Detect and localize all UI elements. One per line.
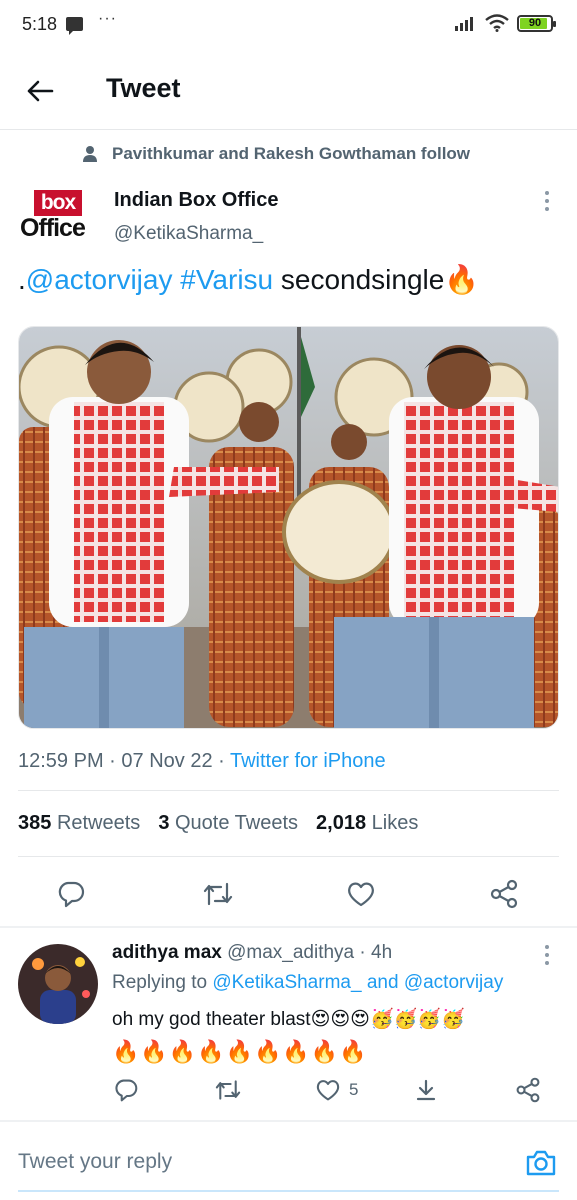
tweet-stats: 385 Retweets 3 Quote Tweets 2,018 Likes <box>18 812 418 835</box>
message-icon <box>66 17 83 35</box>
like-button[interactable] <box>339 872 383 916</box>
reply-author-avatar[interactable] <box>18 944 98 1024</box>
download-icon <box>416 1079 436 1101</box>
status-time: 5:18 <box>22 14 58 34</box>
replying-and: and <box>361 972 404 993</box>
photo-illustration <box>19 327 558 728</box>
replying-to-line: Replying to @KetikaSharma_ and @actorvij… <box>112 972 503 994</box>
avatar-image <box>18 944 98 1024</box>
status-more-dots: ··· <box>98 10 117 27</box>
reply-retweet-button[interactable] <box>214 1070 242 1110</box>
fire-emoji: 🔥 <box>444 264 480 295</box>
tweet-action-bar <box>0 872 577 916</box>
camera-icon <box>526 1150 556 1176</box>
share-button[interactable] <box>482 872 526 916</box>
likes-count: 2,018 <box>316 812 367 834</box>
reply-button[interactable] <box>49 872 93 916</box>
reply-text: oh my god theater blast😍😍😍🥳🥳🥳🥳 🔥🔥🔥🔥🔥🔥🔥🔥🔥 <box>112 1004 557 1068</box>
retweet-icon <box>203 882 233 906</box>
likes-label: Likes <box>371 812 419 834</box>
battery-percent: 90 <box>528 16 542 29</box>
share-icon <box>516 1077 540 1103</box>
reply-author-handle[interactable]: @max_adithya <box>227 942 354 963</box>
logo-box-text: box <box>34 190 82 216</box>
like-icon <box>316 1080 340 1101</box>
reply-reply-button[interactable] <box>114 1070 138 1110</box>
quotes-stat[interactable]: 3 Quote Tweets <box>158 812 298 835</box>
top-app-bar: Tweet <box>0 55 577 127</box>
reply-more-vertical-icon[interactable] <box>539 945 555 965</box>
signal-icon <box>455 17 473 31</box>
quotes-count: 3 <box>158 812 170 834</box>
reply-divider <box>0 1120 577 1122</box>
status-indicators: 90 <box>455 14 556 32</box>
header-divider <box>0 129 577 130</box>
tweet-time: 12:59 PM <box>18 750 104 772</box>
reply-share-button[interactable] <box>515 1070 541 1110</box>
social-context[interactable]: Pavithkumar and Rakesh Gowthaman follow <box>82 144 470 164</box>
reply-icon <box>115 1079 138 1102</box>
reply-author-name[interactable]: adithya max <box>112 942 222 963</box>
reply-download-button[interactable] <box>414 1070 438 1110</box>
author-handle[interactable]: @KetikaSharma_ <box>114 223 263 245</box>
page-title: Tweet <box>106 73 181 103</box>
tweet-text: .@actorvijay #Varisu secondsingle🔥 <box>18 262 479 298</box>
author-name[interactable]: Indian Box Office <box>114 189 278 212</box>
author-avatar[interactable]: box Office <box>18 190 98 246</box>
back-arrow-icon <box>27 80 54 102</box>
reply-text-line: oh my god theater blast😍😍😍🥳🥳🥳🥳 <box>112 1009 465 1030</box>
retweet-button[interactable] <box>196 872 240 916</box>
social-context-text: Pavithkumar and Rakesh Gowthaman follow <box>112 144 471 163</box>
meta-separator-2: · <box>212 750 230 772</box>
camera-button[interactable] <box>523 1145 559 1181</box>
reply-like-button[interactable]: 5 <box>315 1070 358 1110</box>
like-icon <box>348 882 374 907</box>
reply-dot: · <box>354 942 372 963</box>
reply-emoji-line: 🔥🔥🔥🔥🔥🔥🔥🔥🔥 <box>112 1039 368 1064</box>
stats-divider <box>18 856 559 857</box>
retweets-count: 385 <box>18 812 52 834</box>
battery-icon: 90 <box>517 14 556 32</box>
reply-like-count: 5 <box>349 1080 359 1099</box>
mention-link[interactable]: @actorvijay <box>26 264 173 295</box>
reply-age: 4h <box>371 942 393 963</box>
tweet-timestamp-row: 12:59 PM · 07 Nov 22 · Twitter for iPhon… <box>18 750 386 773</box>
back-button[interactable] <box>22 73 58 109</box>
share-icon <box>490 879 518 909</box>
replying-to-link-2[interactable]: @actorvijay <box>404 972 504 993</box>
actions-divider <box>0 926 577 928</box>
replying-to-link-1[interactable]: @KetikaSharma_ <box>212 972 361 993</box>
retweets-stat[interactable]: 385 Retweets <box>18 812 140 835</box>
likes-stat[interactable]: 2,018 Likes <box>316 812 418 835</box>
logo-office-text: Office <box>20 214 86 242</box>
replying-label: Replying to <box>112 972 213 993</box>
meta-separator: · <box>103 750 122 772</box>
reply-icon <box>58 881 85 908</box>
hashtag-link[interactable]: #Varisu <box>180 264 273 295</box>
reply-header: adithya max @max_adithya · 4h <box>112 942 392 964</box>
composer-underline <box>18 1190 559 1192</box>
reply-input[interactable] <box>18 1150 498 1174</box>
tweet-source-link[interactable]: Twitter for iPhone <box>230 750 386 772</box>
tweet-media-photo[interactable] <box>18 326 559 729</box>
wifi-icon <box>485 14 509 32</box>
tweet-text-rest: secondsingle <box>273 264 445 295</box>
tweet-date: 07 Nov 22 <box>121 750 213 772</box>
reply-composer <box>0 1130 577 1200</box>
person-icon <box>83 146 97 162</box>
tweet-text-prefix: . <box>18 264 26 295</box>
more-vertical-icon[interactable] <box>539 191 555 211</box>
status-bar: 5:18 ··· 90 <box>0 0 577 50</box>
reply-action-bar: 5 <box>0 1070 577 1110</box>
retweets-label: Retweets <box>56 812 141 834</box>
retweet-icon <box>215 1080 241 1100</box>
quotes-label: Quote Tweets <box>175 812 299 834</box>
meta-divider <box>18 790 559 791</box>
